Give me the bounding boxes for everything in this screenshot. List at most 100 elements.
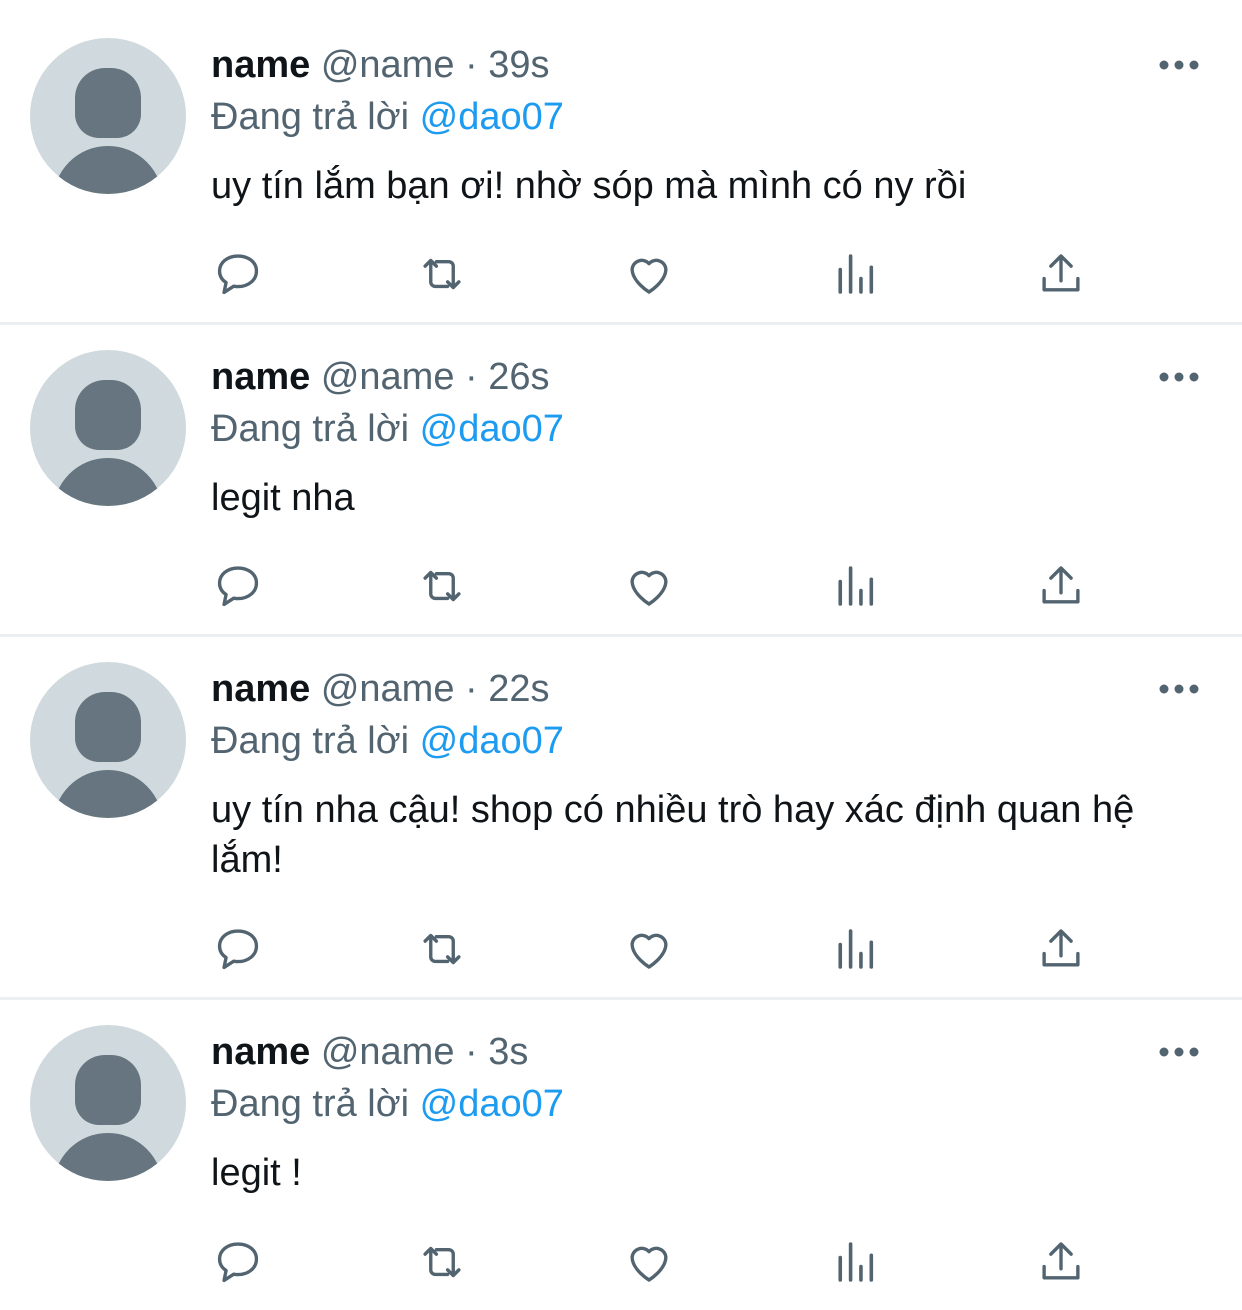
- user-handle[interactable]: @name: [321, 356, 455, 398]
- reply-feed: name @name · 39s Đang trả lời @dao07 uy …: [0, 0, 1242, 1310]
- reply-button[interactable]: [211, 1235, 265, 1289]
- retweet-arrows-icon: [423, 258, 461, 290]
- upload-arrow-icon: [1042, 566, 1080, 604]
- reply-to-handle[interactable]: @dao07: [420, 720, 564, 762]
- tweet-header: name @name · 39s: [211, 43, 550, 87]
- display-name[interactable]: name: [211, 356, 310, 398]
- upload-arrow-icon: [1042, 254, 1080, 292]
- speech-bubble-icon: [217, 254, 259, 295]
- reply-button[interactable]: [211, 559, 265, 613]
- speech-bubble-icon: [217, 1242, 259, 1283]
- timestamp[interactable]: 22s: [488, 668, 549, 710]
- retweet-arrows-icon: [423, 933, 461, 965]
- tweet-text: legit !: [211, 1152, 302, 1194]
- retweet-button[interactable]: [415, 559, 469, 613]
- reply-button[interactable]: [211, 922, 265, 976]
- speech-bubble-icon: [217, 929, 259, 970]
- bar-chart-icon: [838, 254, 874, 294]
- tweet-text: legit nha: [211, 477, 355, 519]
- views-button[interactable]: [829, 247, 883, 301]
- avatar[interactable]: [30, 662, 186, 818]
- timestamp[interactable]: 3s: [488, 1031, 528, 1073]
- share-button[interactable]: [1034, 559, 1088, 613]
- upload-arrow-icon: [1042, 1242, 1080, 1280]
- tweet-text: uy tín lắm bạn ơi! nhờ sóp mà mình có ny…: [211, 165, 967, 207]
- more-options-button[interactable]: [1158, 55, 1200, 75]
- separator-dot: ·: [465, 1031, 478, 1073]
- tweet-text: uy tín nha cậu! shop có nhiều trò hay xá…: [211, 789, 1135, 881]
- tweet-header: name @name · 3s: [211, 1030, 528, 1074]
- replying-to-label: Đang trả lời: [211, 1083, 410, 1125]
- avatar-body: [53, 146, 163, 194]
- views-button[interactable]: [829, 559, 883, 613]
- bar-chart-icon: [838, 566, 874, 606]
- tweet-header: name @name · 22s: [211, 667, 550, 711]
- like-button[interactable]: [622, 247, 676, 301]
- more-options-button[interactable]: [1158, 679, 1200, 699]
- display-name[interactable]: name: [211, 1031, 310, 1073]
- retweet-arrows-icon: [423, 570, 461, 602]
- user-handle[interactable]: @name: [321, 1031, 455, 1073]
- upload-arrow-icon: [1042, 929, 1080, 967]
- replying-to: Đang trả lời @dao07: [211, 407, 564, 451]
- heart-icon: [630, 258, 668, 294]
- timestamp[interactable]: 39s: [488, 44, 549, 86]
- like-button[interactable]: [622, 1235, 676, 1289]
- heart-icon: [630, 1246, 668, 1282]
- user-handle[interactable]: @name: [321, 44, 455, 86]
- avatar[interactable]: [30, 1025, 186, 1181]
- separator-dot: ·: [465, 668, 478, 710]
- ellipsis-icon: [1159, 60, 1199, 70]
- display-name[interactable]: name: [211, 44, 310, 86]
- avatar-body: [53, 458, 163, 506]
- avatar-head: [75, 380, 141, 450]
- ellipsis-icon: [1159, 684, 1199, 694]
- replying-to-label: Đang trả lời: [211, 408, 410, 450]
- bar-chart-icon: [838, 929, 874, 969]
- avatar[interactable]: [30, 350, 186, 506]
- heart-icon: [630, 933, 668, 969]
- tweet[interactable]: name @name · 3s Đang trả lời @dao07 legi…: [0, 1000, 1242, 1310]
- retweet-button[interactable]: [415, 922, 469, 976]
- separator-dot: ·: [465, 44, 478, 86]
- views-button[interactable]: [829, 922, 883, 976]
- avatar-body: [53, 770, 163, 818]
- retweet-button[interactable]: [415, 247, 469, 301]
- replying-to-label: Đang trả lời: [211, 96, 410, 138]
- speech-bubble-icon: [217, 566, 259, 607]
- replying-to-label: Đang trả lời: [211, 720, 410, 762]
- more-options-button[interactable]: [1158, 367, 1200, 387]
- like-button[interactable]: [622, 559, 676, 613]
- avatar-head: [75, 68, 141, 138]
- bar-chart-icon: [838, 1242, 874, 1282]
- retweet-arrows-icon: [423, 1246, 461, 1278]
- tweet[interactable]: name @name · 39s Đang trả lời @dao07 uy …: [0, 0, 1242, 322]
- tweet[interactable]: name @name · 22s Đang trả lời @dao07 uy …: [0, 637, 1242, 997]
- more-options-button[interactable]: [1158, 1042, 1200, 1062]
- share-button[interactable]: [1034, 1235, 1088, 1289]
- retweet-button[interactable]: [415, 1235, 469, 1289]
- share-button[interactable]: [1034, 247, 1088, 301]
- replying-to: Đang trả lời @dao07: [211, 95, 564, 139]
- replying-to: Đang trả lời @dao07: [211, 719, 564, 763]
- avatar-body: [53, 1133, 163, 1181]
- reply-to-handle[interactable]: @dao07: [420, 1083, 564, 1125]
- reply-button[interactable]: [211, 247, 265, 301]
- like-button[interactable]: [622, 922, 676, 976]
- ellipsis-icon: [1159, 1047, 1199, 1057]
- display-name[interactable]: name: [211, 668, 310, 710]
- reply-to-handle[interactable]: @dao07: [420, 408, 564, 450]
- tweet-header: name @name · 26s: [211, 355, 550, 399]
- heart-icon: [630, 570, 668, 606]
- avatar-head: [75, 1055, 141, 1125]
- ellipsis-icon: [1159, 372, 1199, 382]
- avatar[interactable]: [30, 38, 186, 194]
- timestamp[interactable]: 26s: [488, 356, 549, 398]
- views-button[interactable]: [829, 1235, 883, 1289]
- user-handle[interactable]: @name: [321, 668, 455, 710]
- reply-to-handle[interactable]: @dao07: [420, 96, 564, 138]
- avatar-head: [75, 692, 141, 762]
- separator-dot: ·: [465, 356, 478, 398]
- tweet[interactable]: name @name · 26s Đang trả lời @dao07 leg…: [0, 325, 1242, 634]
- share-button[interactable]: [1034, 922, 1088, 976]
